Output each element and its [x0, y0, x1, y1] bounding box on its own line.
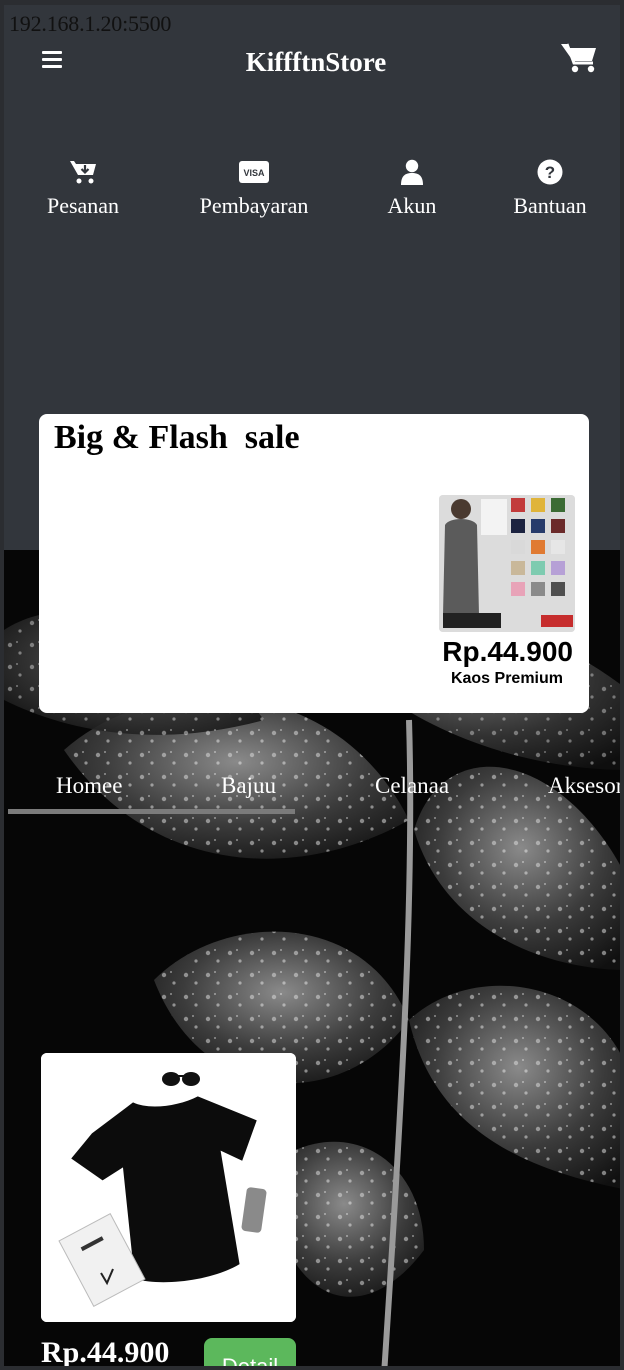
- svg-text:VISA: VISA: [243, 168, 265, 178]
- brand-title: KiffftnStore: [245, 47, 387, 77]
- flash-sale-price: Rp.44.900: [442, 636, 573, 667]
- quick-link-bantuan[interactable]: ? Bantuan: [470, 158, 620, 219]
- product-price: Rp.44.900: [41, 1336, 170, 1369]
- active-tab-indicator: [8, 809, 295, 814]
- product-card[interactable]: [41, 1053, 296, 1322]
- tab-celanaa[interactable]: Celanaa: [375, 773, 449, 799]
- browser-url: 192.168.1.20:5500: [9, 11, 172, 36]
- tab-bajuu[interactable]: Bajuu: [221, 773, 276, 799]
- flash-sale-card[interactable]: Big & Flash sale Rp.44.900 Kaos Premium: [39, 414, 589, 713]
- tshirt-product-image[interactable]: [439, 495, 575, 632]
- flash-sale-title: Big & Flash sale: [54, 419, 300, 456]
- quick-link-pesanan[interactable]: Pesanan: [4, 158, 163, 219]
- quick-link-label: Bantuan: [513, 193, 587, 218]
- quick-link-label: Akun: [387, 193, 437, 218]
- svg-text:?: ?: [545, 163, 555, 182]
- app-frame: 192.168.1.20:5500 KiffftnStore Pesanan V…: [0, 0, 624, 1370]
- quick-link-akun[interactable]: Akun: [332, 158, 492, 219]
- quick-link-label: Pesanan: [46, 193, 120, 218]
- quick-link-pembayaran[interactable]: VISA Pembayaran: [174, 158, 334, 219]
- cart-download-icon: [4, 158, 163, 186]
- user-icon: [332, 158, 492, 186]
- quick-link-label: Pembayaran: [199, 193, 309, 218]
- question-circle-icon: ?: [470, 158, 620, 186]
- tab-aksesor[interactable]: Aksesor: [548, 773, 620, 799]
- black-tshirt-product-image: [41, 1053, 296, 1322]
- visa-card-icon: VISA: [174, 158, 334, 186]
- flash-sale-product-name: Kaos Premium: [450, 670, 563, 687]
- detail-button[interactable]: Detail: [204, 1338, 296, 1366]
- shopping-cart-icon[interactable]: [560, 41, 598, 73]
- tab-homee[interactable]: Homee: [56, 773, 122, 799]
